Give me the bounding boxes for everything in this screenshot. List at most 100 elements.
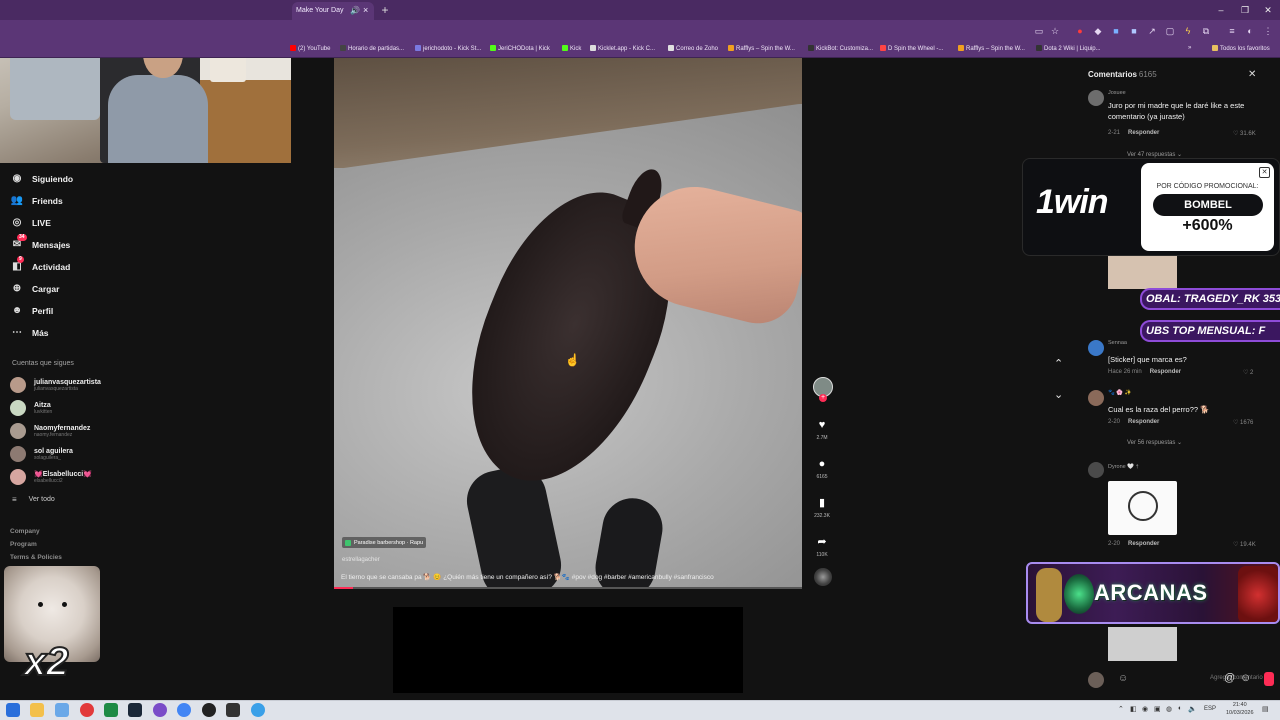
see-all-button[interactable]: ≡ Ver todo [12, 495, 55, 504]
mention-icon[interactable]: @ [1224, 672, 1235, 684]
tray-icon[interactable]: ◐ [1178, 705, 1182, 712]
steam-icon[interactable] [128, 703, 142, 717]
sidebar-item-ms[interactable]: ⋯ Más [10, 324, 49, 342]
maximize-button[interactable]: ❐ [1235, 3, 1255, 17]
chevron-right-icon[interactable]: » [1188, 45, 1191, 51]
comment-image-thumbnail[interactable] [1108, 255, 1177, 289]
bookmark-item[interactable]: Rafflys – Spin the W... [728, 45, 795, 52]
bookmark-item[interactable]: jerichodoto - Kick St... [415, 45, 481, 52]
system-clock[interactable]: 21:40 10/03/2026 [1226, 701, 1254, 717]
chevron-up-icon[interactable]: ⌃ [1054, 357, 1063, 370]
extension-lightning-icon[interactable]: ϟ [1182, 25, 1194, 37]
sticker-icon[interactable]: ☺ [1118, 673, 1128, 684]
tray-icon[interactable]: ◍ [1166, 705, 1172, 713]
extensions-puzzle-icon[interactable]: ⧉ [1200, 25, 1212, 37]
chevron-down-icon[interactable]: ⌄ [1054, 388, 1063, 401]
reply-button[interactable]: Responder [1128, 130, 1159, 136]
following-account[interactable]: Aitza luvkitten [10, 398, 52, 418]
menu-icon[interactable]: ⋮ [1262, 25, 1274, 37]
avatar[interactable] [1088, 462, 1104, 478]
chevron-up-icon[interactable]: ⌃ [1118, 705, 1124, 713]
comment-username[interactable]: Josuee [1108, 90, 1126, 96]
bookmark-item[interactable]: (2) YouTube [290, 45, 330, 52]
following-account[interactable]: julianvasquezartista julianvasquezartista [10, 375, 101, 395]
reply-button[interactable]: Responder [1128, 419, 1159, 425]
avatar[interactable] [1088, 340, 1104, 356]
terminal-icon[interactable] [226, 703, 240, 717]
comment-input[interactable]: Agregar comentario [1210, 675, 1263, 681]
chrome-icon[interactable] [177, 703, 191, 717]
app-icon[interactable] [55, 703, 69, 717]
video-player[interactable] [334, 58, 802, 588]
send-button[interactable] [1264, 672, 1274, 686]
bookmark-item[interactable]: Dota 2 Wiki | Liquip... [1036, 45, 1101, 52]
comment-like-count[interactable]: ♡ 1676 [1233, 419, 1253, 426]
extension-blue-icon[interactable]: ■ [1110, 25, 1122, 37]
file-explorer-icon[interactable] [30, 703, 44, 717]
window-close-button[interactable]: ✕ [1258, 3, 1278, 17]
view-replies-button[interactable]: Ver 47 respuestas ⌄ [1127, 151, 1182, 158]
sidebar-item-actividad[interactable]: ◧ 9 Actividad [10, 256, 70, 276]
sidebar-item-siguiendo[interactable]: ◉ Siguiendo [10, 170, 73, 188]
extension-arrow-icon[interactable]: ↗ [1146, 25, 1158, 37]
tray-icon[interactable]: ▣ [1154, 705, 1161, 713]
browser-tab-active[interactable]: Make Your Day 🔊 × [292, 2, 374, 20]
new-tab-button[interactable]: + [378, 3, 392, 17]
follow-plus-icon[interactable]: + [819, 394, 827, 402]
music-disc-icon[interactable] [814, 568, 832, 586]
sidebar-item-mensajes[interactable]: ✉ 34 Mensajes [10, 234, 70, 254]
footer-link-company[interactable]: Company [10, 528, 40, 535]
cast-icon[interactable]: ▭ [1033, 25, 1045, 37]
tray-icon[interactable]: ◉ [1142, 705, 1148, 713]
bookmark-item[interactable]: Kick [562, 45, 581, 52]
twitch-icon[interactable] [153, 703, 167, 717]
windows-start-icon[interactable] [6, 703, 20, 717]
opera-icon[interactable] [80, 703, 94, 717]
reply-button[interactable]: Responder [1128, 541, 1159, 547]
footer-link-terms[interactable]: Terms & Policies [10, 554, 62, 561]
bookmark-item[interactable]: Correo de Zoho [668, 45, 718, 52]
comment-button[interactable]: ● 6165 [812, 457, 832, 480]
sidebar-item-perfil[interactable]: ☻ Perfil [10, 302, 54, 320]
comment-username[interactable]: 🐾 🌸 ✨ [1108, 390, 1132, 396]
bookmark-item[interactable]: Rafflys – Spin the W... [958, 45, 1025, 52]
comment-username[interactable]: Sennaa [1108, 340, 1127, 346]
following-account[interactable]: Naomyfernandez naomy.fernandez [10, 421, 90, 441]
extension-record-icon[interactable]: ● [1074, 25, 1086, 37]
excel-icon[interactable] [104, 703, 118, 717]
language-indicator[interactable]: ESP [1204, 706, 1216, 712]
comment-username[interactable]: Dyrone 🤍 † [1108, 464, 1139, 470]
video-author[interactable]: estrellagacher [342, 557, 380, 563]
reply-button[interactable]: Responder [1150, 369, 1181, 375]
comment-like-count[interactable]: ♡ 31.6K [1233, 130, 1256, 137]
save-button[interactable]: ▮ 232.3K [812, 496, 832, 519]
sidebar-item-friends[interactable]: 👥 Friends [10, 192, 63, 210]
app-icon[interactable] [251, 703, 265, 717]
following-account[interactable]: 💓Elsabellucci💓 elsabellucci2 [10, 467, 92, 487]
sidebar-item-cargar[interactable]: ⊕ Cargar [10, 280, 60, 298]
sidebar-item-live[interactable]: ◎ LIVE [10, 214, 51, 232]
avatar[interactable] [1088, 90, 1104, 106]
share-button[interactable]: ➦ 110K [812, 535, 832, 558]
obs-icon[interactable] [202, 703, 216, 717]
comment-like-count[interactable]: ♡ 19.4K [1233, 541, 1256, 548]
video-progress-bar[interactable] [334, 587, 802, 589]
avatar[interactable] [1088, 390, 1104, 406]
tray-icon[interactable]: ◧ [1130, 705, 1137, 713]
all-favorites-button[interactable]: Todos los favoritos [1212, 45, 1270, 52]
bookmark-item[interactable]: Horario de partidas... [340, 45, 404, 52]
location-tag[interactable]: Paradise barbershop · Rapu [342, 537, 427, 548]
footer-link-program[interactable]: Program [10, 541, 37, 548]
downloads-icon[interactable]: ≡ [1226, 25, 1238, 37]
bookmark-item[interactable]: JeriCHODota | Kick [490, 45, 550, 52]
star-icon[interactable]: ☆ [1049, 25, 1061, 37]
bookmark-item[interactable]: D Spin the Wheel -... [880, 45, 943, 52]
emoji-icon[interactable]: ☺ [1240, 672, 1251, 684]
view-replies-button[interactable]: Ver 56 respuestas ⌄ [1127, 439, 1182, 446]
notification-icon[interactable]: ▤ [1262, 705, 1269, 713]
like-button[interactable]: ♥ 2.7M [812, 418, 832, 441]
close-icon[interactable]: ✕ [1248, 69, 1256, 80]
comment-image-thumbnail[interactable] [1108, 627, 1177, 661]
close-icon[interactable]: × [363, 5, 368, 15]
extension-lightblue-icon[interactable]: ■ [1128, 25, 1140, 37]
